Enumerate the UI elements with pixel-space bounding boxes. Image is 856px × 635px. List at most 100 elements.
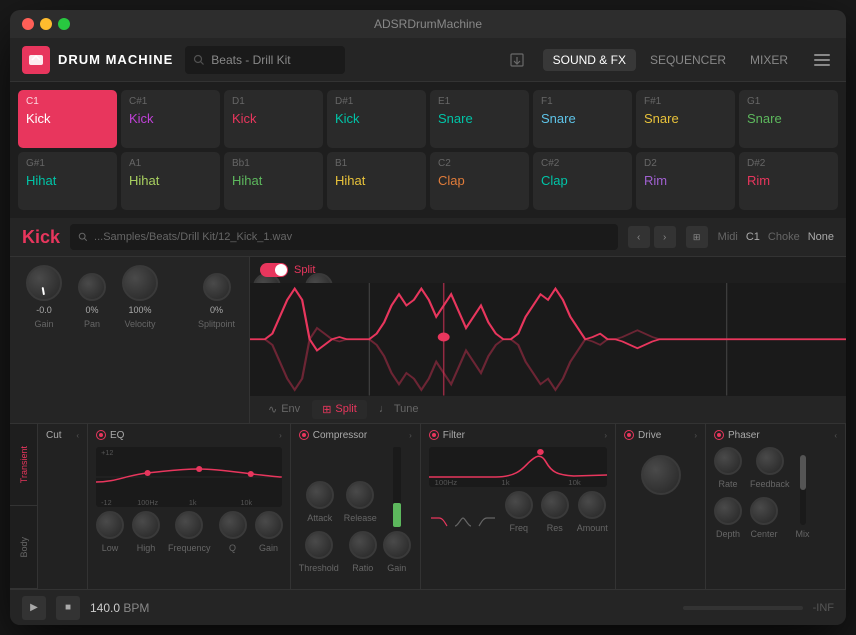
filter-bandpass-icon[interactable]	[453, 515, 473, 529]
pad-bb1[interactable]: Bb1 Hihat	[224, 152, 323, 210]
next-file-button[interactable]: ›	[654, 226, 676, 248]
pad-a1[interactable]: A1 Hihat	[121, 152, 220, 210]
compressor-power-button[interactable]	[299, 430, 309, 440]
eq-freq-knob[interactable]	[175, 511, 203, 539]
file-search[interactable]: ...Samples/Beats/Drill Kit/12_Kick_1.wav	[70, 224, 618, 250]
phaser-depth-knob[interactable]	[714, 497, 742, 525]
svg-text:10k: 10k	[240, 499, 252, 507]
app-logo: DRUM MACHINE	[22, 46, 173, 74]
pad-c2[interactable]: C2 Clap	[430, 152, 529, 210]
filter-res-knob[interactable]	[541, 491, 569, 519]
tab-env[interactable]: ∿ Env	[258, 400, 310, 419]
split-tab-label: Split	[335, 403, 356, 415]
transient-tab[interactable]: Transient	[10, 424, 37, 507]
velocity-main-knob[interactable]	[122, 265, 158, 301]
pad-note-c2: C2	[438, 158, 521, 169]
drive-power-button[interactable]	[624, 430, 634, 440]
filter-amount-knob[interactable]	[578, 491, 606, 519]
pad-note-b1: B1	[335, 158, 418, 169]
waveform-tabs: ∿ Env ⊞ Split ♩ Tune	[250, 396, 846, 423]
pad-d1[interactable]: D1 Kick	[224, 90, 323, 148]
compressor-module: Compressor › Attack	[291, 424, 421, 590]
attack-knob[interactable]	[306, 481, 334, 509]
eq-low-knob[interactable]	[96, 511, 124, 539]
pad-d2[interactable]: D2 Rim	[636, 152, 735, 210]
threshold-label: Threshold	[299, 563, 339, 573]
hamburger-menu[interactable]	[810, 50, 834, 70]
eq-gain-knob[interactable]	[255, 511, 283, 539]
phaser-chevron[interactable]: ‹	[834, 431, 837, 440]
play-button[interactable]: ▶	[22, 596, 46, 620]
pad-ds2[interactable]: D#2 Rim	[739, 152, 838, 210]
release-knob[interactable]	[346, 481, 374, 509]
drive-chevron[interactable]: ›	[694, 431, 697, 440]
phaser-center-group: Center	[750, 497, 778, 539]
app-header: DRUM MACHINE Beats - Drill Kit SOUND & F…	[10, 38, 846, 82]
prev-file-button[interactable]: ‹	[628, 226, 650, 248]
eq-power-button[interactable]	[96, 430, 106, 440]
search-value: Beats - Drill Kit	[211, 53, 290, 67]
threshold-knob[interactable]	[305, 531, 333, 559]
splitpoint-knob[interactable]	[203, 273, 231, 301]
volume-label: -INF	[813, 602, 834, 614]
maximize-button[interactable]	[58, 18, 70, 30]
phaser-feedback-knob[interactable]	[756, 447, 784, 475]
pad-g1[interactable]: G1 Snare	[739, 90, 838, 148]
pad-c1[interactable]: C1 Kick	[18, 90, 117, 148]
phaser-rate-label: Rate	[718, 479, 737, 489]
nav-tabs: SOUND & FX SEQUENCER MIXER	[543, 49, 798, 71]
compressor-chevron[interactable]: ›	[409, 431, 412, 440]
tab-sound-fx[interactable]: SOUND & FX	[543, 49, 636, 71]
eq-q-knob[interactable]	[219, 511, 247, 539]
cut-chevron[interactable]: ‹	[76, 431, 79, 440]
pad-gs1[interactable]: G#1 Hihat	[18, 152, 117, 210]
stop-button[interactable]: ■	[56, 596, 80, 620]
pad-name-a1: Hihat	[129, 173, 212, 188]
expand-button[interactable]: ⊞	[686, 226, 708, 248]
search-bar[interactable]: Beats - Drill Kit	[185, 46, 345, 74]
pad-ds1[interactable]: D#1 Kick	[327, 90, 426, 148]
filter-power-button[interactable]	[429, 430, 439, 440]
filter-chevron[interactable]: ›	[604, 431, 607, 440]
gain-group: -0.0 Gain	[26, 265, 62, 329]
filter-freq-knob[interactable]	[505, 491, 533, 519]
compressor-meter	[393, 447, 401, 527]
minimize-button[interactable]	[40, 18, 52, 30]
phaser-rate-group: Rate	[714, 447, 742, 489]
comp-gain-knob[interactable]	[383, 531, 411, 559]
pad-cs1[interactable]: C#1 Kick	[121, 90, 220, 148]
filter-highpass-icon[interactable]	[477, 515, 497, 529]
gain-value: -0.0	[36, 305, 52, 315]
eq-chevron[interactable]: ›	[279, 431, 282, 440]
filter-knobs: Freq Res Amount	[429, 491, 607, 533]
app-window: ADSRDrumMachine DRUM MACHINE Beats - Dri…	[10, 10, 846, 625]
pad-b1[interactable]: B1 Hihat	[327, 152, 426, 210]
phaser-center-knob[interactable]	[750, 497, 778, 525]
pad-note-d2: D2	[644, 158, 727, 169]
tab-tune[interactable]: ♩ Tune	[369, 400, 429, 419]
filter-lowpass-icon[interactable]	[429, 515, 449, 529]
pad-cs2[interactable]: C#2 Clap	[533, 152, 632, 210]
pad-note-gs1: G#1	[26, 158, 109, 169]
tab-sequencer[interactable]: SEQUENCER	[640, 49, 736, 71]
eq-high-knob[interactable]	[132, 511, 160, 539]
gain-knob[interactable]	[26, 265, 62, 301]
phaser-module: Phaser ‹ Rate	[706, 424, 846, 590]
pad-f1[interactable]: F1 Snare	[533, 90, 632, 148]
save-icon[interactable]	[503, 46, 531, 74]
split-toggle[interactable]	[260, 263, 288, 277]
phaser-title: Phaser	[714, 430, 760, 441]
volume-slider[interactable]	[683, 606, 803, 610]
pad-note-bb1: Bb1	[232, 158, 315, 169]
phaser-rate-knob[interactable]	[714, 447, 742, 475]
tab-split[interactable]: ⊞ Split	[312, 400, 367, 419]
pad-fs1[interactable]: F#1 Snare	[636, 90, 735, 148]
pan-knob[interactable]	[78, 273, 106, 301]
phaser-power-button[interactable]	[714, 430, 724, 440]
body-tab[interactable]: Body	[10, 506, 37, 589]
drive-knob[interactable]	[641, 455, 681, 495]
tab-mixer[interactable]: MIXER	[740, 49, 798, 71]
ratio-knob[interactable]	[349, 531, 377, 559]
close-button[interactable]	[22, 18, 34, 30]
pad-e1[interactable]: E1 Snare	[430, 90, 529, 148]
